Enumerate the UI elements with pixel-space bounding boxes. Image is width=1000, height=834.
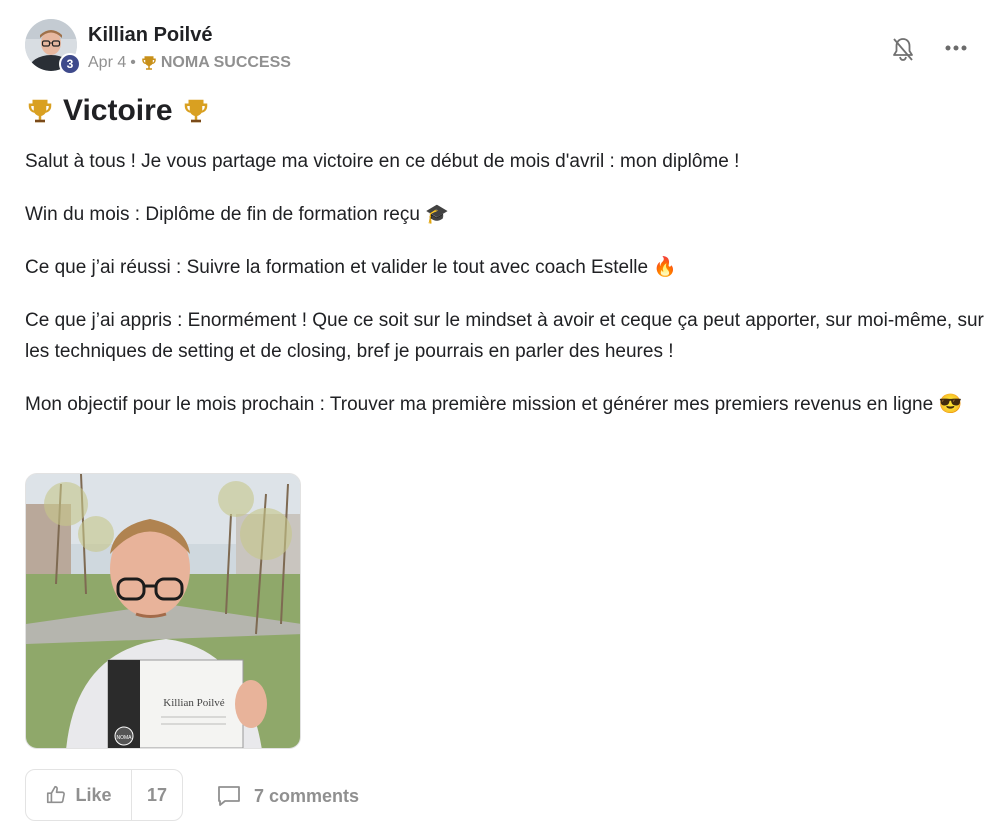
trophy-icon: [28, 99, 52, 123]
post-card: 3 Killian Poilvé Apr 4 • NOMA SUCCESS Vi…: [0, 0, 1000, 834]
category-link[interactable]: NOMA SUCCESS: [140, 54, 291, 72]
post-paragraph: Win du mois : Diplôme de fin de formatio…: [25, 204, 449, 225]
post-paragraph: Mon objectif pour le mois prochain : Tro…: [25, 394, 963, 415]
post-image[interactable]: NOMA Killian Poilvé: [25, 473, 301, 749]
like-label: Like: [75, 784, 112, 805]
category-label: NOMA SUCCESS: [160, 54, 291, 71]
post-title: Victoire: [25, 94, 211, 128]
like-button[interactable]: Like: [26, 770, 132, 820]
post-meta: Apr 4 • NOMA SUCCESS: [88, 54, 291, 72]
post-paragraph: Salut à tous ! Je vous partage ma victoi…: [25, 151, 740, 172]
post-paragraph: Ce que j’ai appris : Enormément ! Que ce…: [25, 310, 984, 362]
certificate-name: Killian Poilvé: [163, 697, 225, 709]
certificate-brand: NOMA: [117, 735, 133, 741]
post-date: Apr 4: [88, 54, 127, 71]
comments-button[interactable]: 7 comments: [216, 784, 359, 808]
level-badge: 3: [59, 53, 81, 75]
meta-separator: •: [130, 54, 136, 71]
post-body: Salut à tous ! Je vous partage ma victoi…: [25, 146, 985, 442]
thumbs-up-icon: [47, 785, 66, 804]
post-paragraph: Ce que j’ai réussi : Suivre la formation…: [25, 257, 678, 278]
photo-graphic: NOMA Killian Poilvé: [26, 474, 300, 748]
avatar-container[interactable]: 3: [25, 19, 81, 75]
trophy-icon: [184, 99, 207, 123]
more-icon[interactable]: [942, 38, 972, 58]
comment-icon: [218, 786, 240, 806]
trophy-icon: [142, 56, 156, 70]
post-title-text: Victoire: [63, 94, 173, 127]
author-name[interactable]: Killian Poilvé: [88, 24, 212, 47]
like-count[interactable]: 17: [132, 770, 182, 820]
like-control: Like 17: [25, 769, 183, 821]
bell-icon[interactable]: [890, 36, 916, 64]
comments-label: 7 comments: [254, 785, 360, 806]
